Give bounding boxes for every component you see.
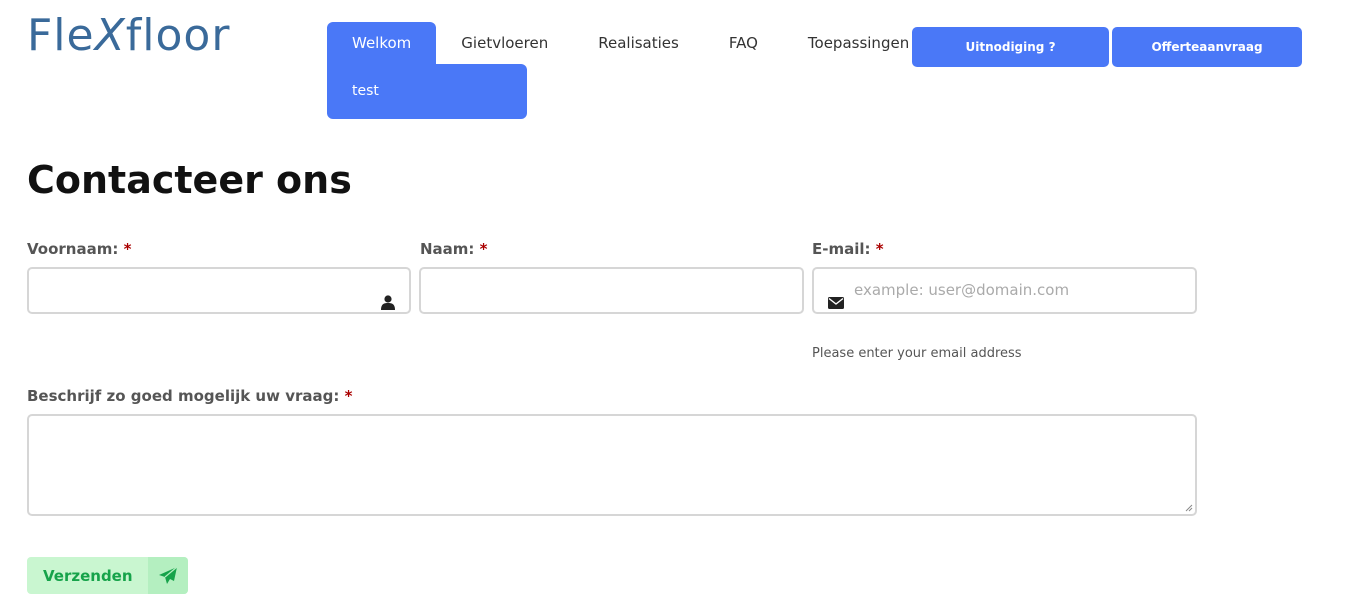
submenu-welkom: test <box>327 64 527 119</box>
invitation-button[interactable]: Uitnodiging ? <box>912 27 1109 67</box>
logo[interactable]: FleXfloor <box>27 10 230 61</box>
user-icon <box>381 295 395 310</box>
quote-request-button[interactable]: Offerteaanvraag <box>1112 27 1302 67</box>
main-nav: Welkom Gietvloeren Realisaties FAQ Toepa… <box>327 22 934 64</box>
email-label-text: E-mail: <box>812 240 871 258</box>
firstname-label: Voornaam: * <box>27 240 131 258</box>
nav-item-realisaties[interactable]: Realisaties <box>573 22 704 64</box>
page-title: Contacteer ons <box>27 158 352 202</box>
question-label: Beschrijf zo goed mogelijk uw vraag: * <box>27 387 352 405</box>
nav-item-welkom[interactable]: Welkom <box>327 22 437 64</box>
question-label-text: Beschrijf zo goed mogelijk uw vraag: <box>27 387 340 405</box>
nav-item-gietvloeren[interactable]: Gietvloeren <box>436 22 573 64</box>
paper-plane-icon <box>148 557 188 594</box>
lastname-label: Naam: * <box>420 240 488 258</box>
submit-button-label: Verzenden <box>43 566 133 585</box>
logo-text-start: Fle <box>27 10 95 61</box>
email-input[interactable]: example: user@domain.com <box>812 267 1197 314</box>
required-mark: * <box>123 240 132 258</box>
firstname-label-text: Voornaam: <box>27 240 119 258</box>
email-helper-text: Please enter your email address <box>812 346 1022 361</box>
required-mark: * <box>344 387 353 405</box>
email-placeholder: example: user@domain.com <box>854 281 1070 299</box>
logo-text-end: floor <box>125 10 231 61</box>
firstname-input[interactable] <box>27 267 411 314</box>
required-mark: * <box>875 240 884 258</box>
lastname-label-text: Naam: <box>420 240 475 258</box>
question-textarea[interactable] <box>27 414 1197 516</box>
logo-text-x: X <box>94 10 126 61</box>
envelope-icon <box>828 297 844 309</box>
resize-handle-icon[interactable] <box>1185 504 1193 512</box>
submit-button[interactable]: Verzenden <box>27 557 188 594</box>
required-mark: * <box>479 240 488 258</box>
email-label: E-mail: * <box>812 240 884 258</box>
submenu-item-test[interactable]: test <box>352 83 379 99</box>
nav-item-faq[interactable]: FAQ <box>704 22 783 64</box>
lastname-input[interactable] <box>419 267 804 314</box>
